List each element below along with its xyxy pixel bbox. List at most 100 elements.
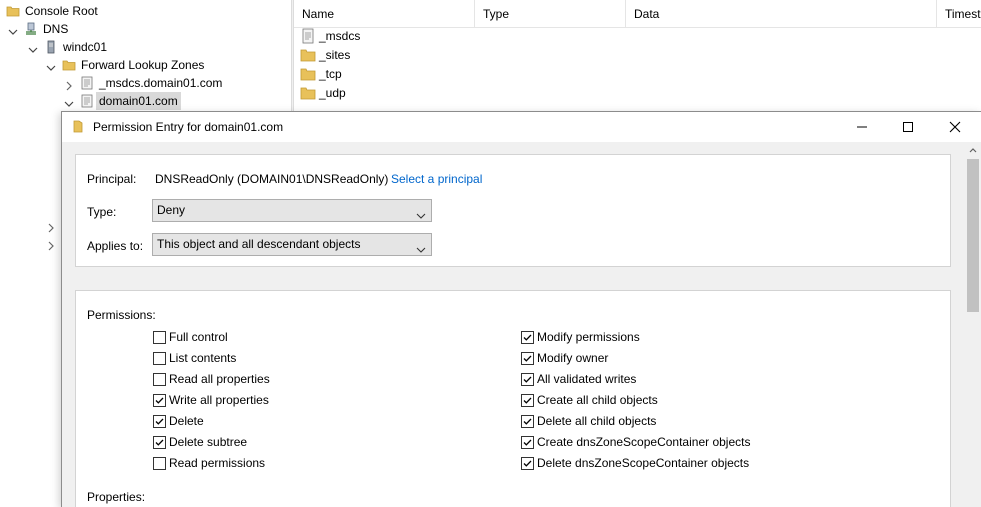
vertical-scrollbar[interactable] [965,142,981,507]
list-item[interactable]: _udp [300,84,346,102]
minimize-button[interactable] [839,112,885,142]
tree-item-console-root[interactable]: Console Root [6,2,98,20]
type-dropdown[interactable]: Deny [152,199,432,222]
column-header-timestamp[interactable]: Timest [937,0,981,28]
principal-panel: Principal: DNSReadOnly (DOMAIN01\DNSRead… [75,154,951,267]
principal-value: DNSReadOnly (DOMAIN01\DNSReadOnly) [155,172,389,186]
permission-checkbox[interactable]: Write all properties [153,392,269,408]
checkbox-unchecked-icon[interactable] [153,372,166,386]
permission-checkbox[interactable]: Read permissions [153,455,265,471]
permission-checkbox[interactable]: Modify owner [521,350,608,366]
tree-item-msdcs-zone[interactable]: _msdcs.domain01.com [64,74,222,92]
tree-item-label: domain01.com [96,92,181,110]
minimize-icon [857,126,867,128]
checkbox-unchecked-icon[interactable] [153,456,166,470]
checkbox-checked-icon[interactable] [153,435,166,449]
permission-label: Modify owner [537,351,609,365]
folder-icon [73,120,83,133]
permission-checkbox[interactable]: Modify permissions [521,329,640,345]
list-header: Name Type Data Timest [294,0,981,28]
zone-icon [80,94,94,108]
permission-checkbox[interactable]: Full control [153,329,228,345]
principal-label: Principal: [87,172,137,186]
chevron-down-icon [416,240,426,253]
dialog-titlebar[interactable]: Permission Entry for domain01.com [62,112,981,142]
maximize-icon [903,122,913,132]
checkbox-checked-icon[interactable] [521,372,534,386]
type-label: Type: [87,205,117,219]
checkbox-checked-icon[interactable] [153,393,166,407]
chevron-down-icon[interactable] [64,96,74,107]
permission-checkbox[interactable]: Delete dnsZoneScopeContainer objects [521,455,749,471]
applies-to-dropdown-value: This object and all descendant objects [157,237,361,251]
checkbox-checked-icon[interactable] [521,393,534,407]
properties-label: Properties: [87,490,146,504]
permission-checkbox[interactable]: All validated writes [521,371,636,387]
close-button[interactable] [932,112,978,142]
folder-icon [62,58,76,72]
checkbox-checked-icon[interactable] [521,456,534,470]
permission-checkbox[interactable]: Delete [153,413,204,429]
chevron-right-icon[interactable] [46,240,56,254]
list-item[interactable]: _sites [300,46,350,64]
permission-entry-dialog: Permission Entry for domain01.com Princi… [61,111,981,507]
applies-to-label: Applies to: [87,239,144,253]
permission-label: List contents [169,351,237,365]
checkbox-checked-icon[interactable] [521,351,534,365]
permission-checkbox[interactable]: Delete all child objects [521,413,656,429]
server-icon [44,40,58,54]
close-icon [949,121,961,133]
permission-label: Create dnsZoneScopeContainer objects [537,435,751,449]
permission-checkbox[interactable]: List contents [153,350,236,366]
tree-item-label: Console Root [25,4,98,18]
column-header-type[interactable]: Type [475,0,626,28]
chevron-down-icon[interactable] [46,60,56,71]
dns-server-icon [24,22,38,36]
folder-icon [300,47,316,63]
tree-item-label: DNS [43,22,69,36]
folder-icon [300,85,316,101]
permission-label: Delete all child objects [537,414,657,428]
permission-label: Read permissions [169,456,266,470]
checkbox-checked-icon[interactable] [521,435,534,449]
tree-item-domain01-zone[interactable]: domain01.com [64,92,181,110]
scroll-up-button[interactable] [965,142,981,158]
permissions-label: Permissions: [87,308,156,322]
tree-item-forward-lookup-zones[interactable]: Forward Lookup Zones [46,56,204,74]
list-item[interactable]: _msdcs [300,27,360,45]
permission-checkbox[interactable]: Delete subtree [153,434,247,450]
dialog-content: Principal: DNSReadOnly (DOMAIN01\DNSRead… [62,142,965,507]
folder-icon [6,4,20,18]
column-header-name[interactable]: Name [294,0,475,28]
list-item[interactable]: _tcp [300,65,342,83]
applies-to-dropdown[interactable]: This object and all descendant objects [152,233,432,256]
chevron-down-icon[interactable] [28,42,38,53]
permissions-panel: Permissions: Full control List contents Re… [75,290,951,507]
zone-icon [80,76,94,90]
permission-label: Read all properties [169,372,270,386]
select-principal-link[interactable]: Select a principal [391,172,482,186]
chevron-down-icon[interactable] [8,24,18,35]
zone-folder-icon [300,28,316,44]
tree-item-windc01[interactable]: windc01 [28,38,107,56]
maximize-button[interactable] [885,112,931,142]
scrollbar-thumb[interactable] [967,159,979,312]
permission-label: Write all properties [169,393,269,407]
chevron-right-icon[interactable] [64,78,74,91]
checkbox-checked-icon[interactable] [153,414,166,428]
permission-checkbox[interactable]: Create all child objects [521,392,658,408]
column-header-data[interactable]: Data [626,0,937,28]
dialog-title: Permission Entry for domain01.com [93,120,284,134]
permission-checkbox[interactable]: Create dnsZoneScopeContainer objects [521,434,750,450]
checkbox-unchecked-icon[interactable] [153,351,166,365]
permission-label: Delete [169,414,204,428]
tree-item-label: Forward Lookup Zones [81,58,205,72]
permission-checkbox[interactable]: Read all properties [153,371,270,387]
checkbox-checked-icon[interactable] [521,414,534,428]
tree-item-dns[interactable]: DNS [8,20,68,38]
chevron-down-icon [416,206,426,219]
chevron-right-icon[interactable] [46,222,56,236]
permission-label: All validated writes [537,372,637,386]
checkbox-checked-icon[interactable] [521,330,534,344]
checkbox-unchecked-icon[interactable] [153,330,166,344]
